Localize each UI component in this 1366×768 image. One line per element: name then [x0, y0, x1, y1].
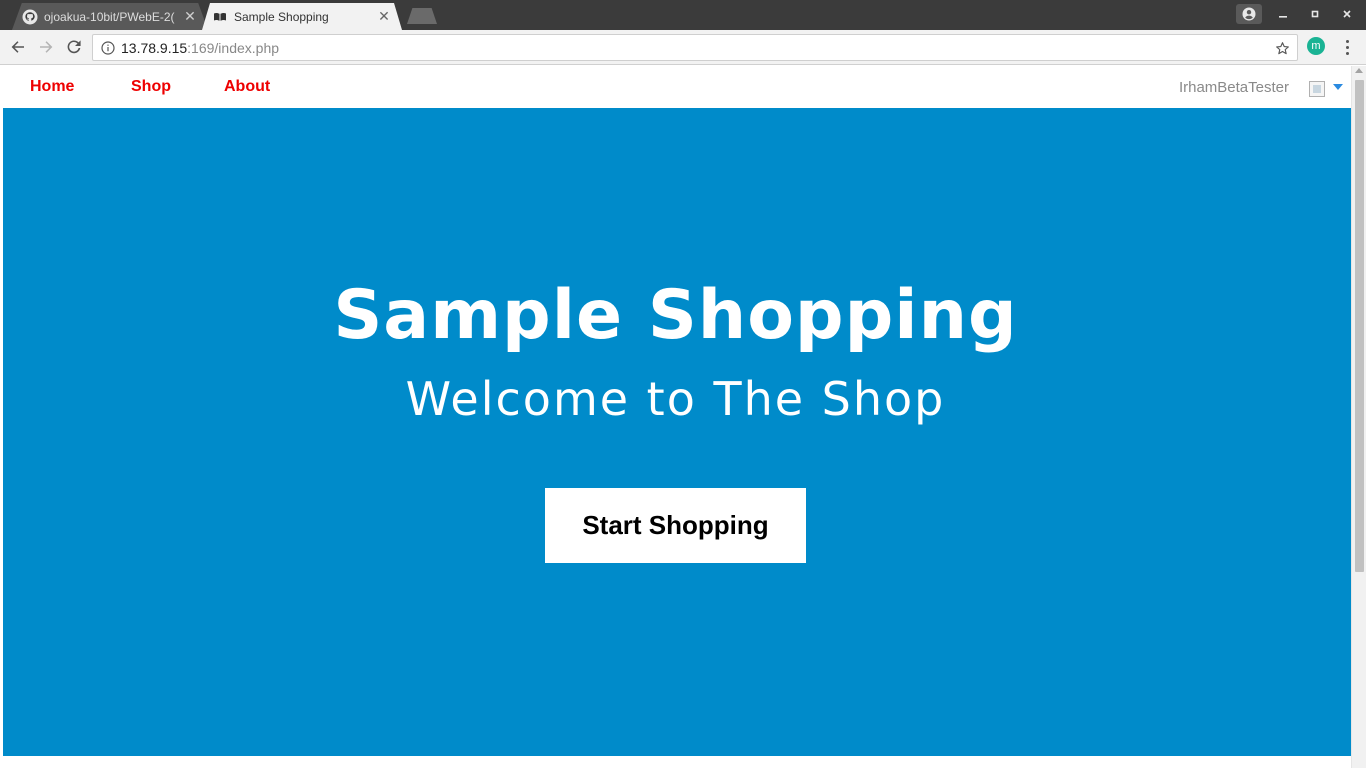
window-close-icon[interactable]: [1336, 4, 1358, 24]
close-icon[interactable]: ✕: [182, 9, 198, 25]
nav-link-shop[interactable]: Shop: [131, 78, 171, 96]
extension-icon[interactable]: m: [1307, 37, 1325, 55]
minimize-icon[interactable]: [1272, 4, 1294, 24]
forward-arrow-icon[interactable]: [34, 36, 58, 58]
url-host: 13.78.9.15: [121, 39, 188, 56]
url-path: :169/index.php: [187, 39, 280, 56]
hero-title: Sample Shopping: [333, 276, 1018, 355]
browser-tabstrip: ojoakua-10bit/PWebE-2( ✕ Sample Shopping…: [0, 0, 1366, 30]
tab-title: ojoakua-10bit/PWebE-2(: [44, 9, 175, 24]
hero-subtitle: Welcome to The Shop: [405, 372, 946, 426]
tab-sample-shopping[interactable]: Sample Shopping ✕: [202, 3, 402, 30]
reload-icon[interactable]: [62, 36, 86, 58]
back-arrow-icon[interactable]: [6, 36, 30, 58]
tab-title: Sample Shopping: [234, 9, 329, 24]
site-navbar: Home Shop About IrhamBetaTester: [3, 66, 1351, 108]
browser-menu-icon[interactable]: [1337, 37, 1357, 57]
maximize-icon[interactable]: [1304, 4, 1326, 24]
tab-github[interactable]: ojoakua-10bit/PWebE-2( ✕: [12, 3, 208, 30]
page-viewport: Home Shop About IrhamBetaTester Sample S…: [0, 66, 1366, 768]
scrollbar[interactable]: [1351, 66, 1366, 768]
page-footer-strip: [3, 756, 1351, 768]
browser-toolbar: 13.78.9.15:169/index.php m: [0, 30, 1366, 65]
close-icon[interactable]: ✕: [376, 9, 392, 25]
scroll-up-arrow-icon[interactable]: [1355, 68, 1363, 73]
user-name[interactable]: IrhamBetaTester: [1179, 79, 1289, 96]
nav-link-about[interactable]: About: [224, 78, 270, 96]
url-text: 13.78.9.15:169/index.php: [121, 40, 279, 56]
new-tab-button[interactable]: [407, 8, 437, 24]
scrollbar-thumb[interactable]: [1355, 80, 1364, 572]
book-icon: [212, 9, 228, 25]
start-shopping-button[interactable]: Start Shopping: [545, 488, 806, 563]
nav-link-home[interactable]: Home: [30, 78, 74, 96]
address-bar[interactable]: 13.78.9.15:169/index.php: [92, 34, 1298, 61]
window-controls: [1236, 4, 1358, 24]
chevron-down-icon[interactable]: [1333, 84, 1343, 90]
hero-section: Sample Shopping Welcome to The Shop Star…: [3, 108, 1351, 756]
profile-icon[interactable]: [1236, 4, 1262, 24]
avatar[interactable]: [1309, 81, 1325, 97]
info-icon[interactable]: [97, 40, 119, 55]
github-icon: [22, 9, 38, 25]
bookmark-star-icon[interactable]: [1273, 39, 1291, 57]
